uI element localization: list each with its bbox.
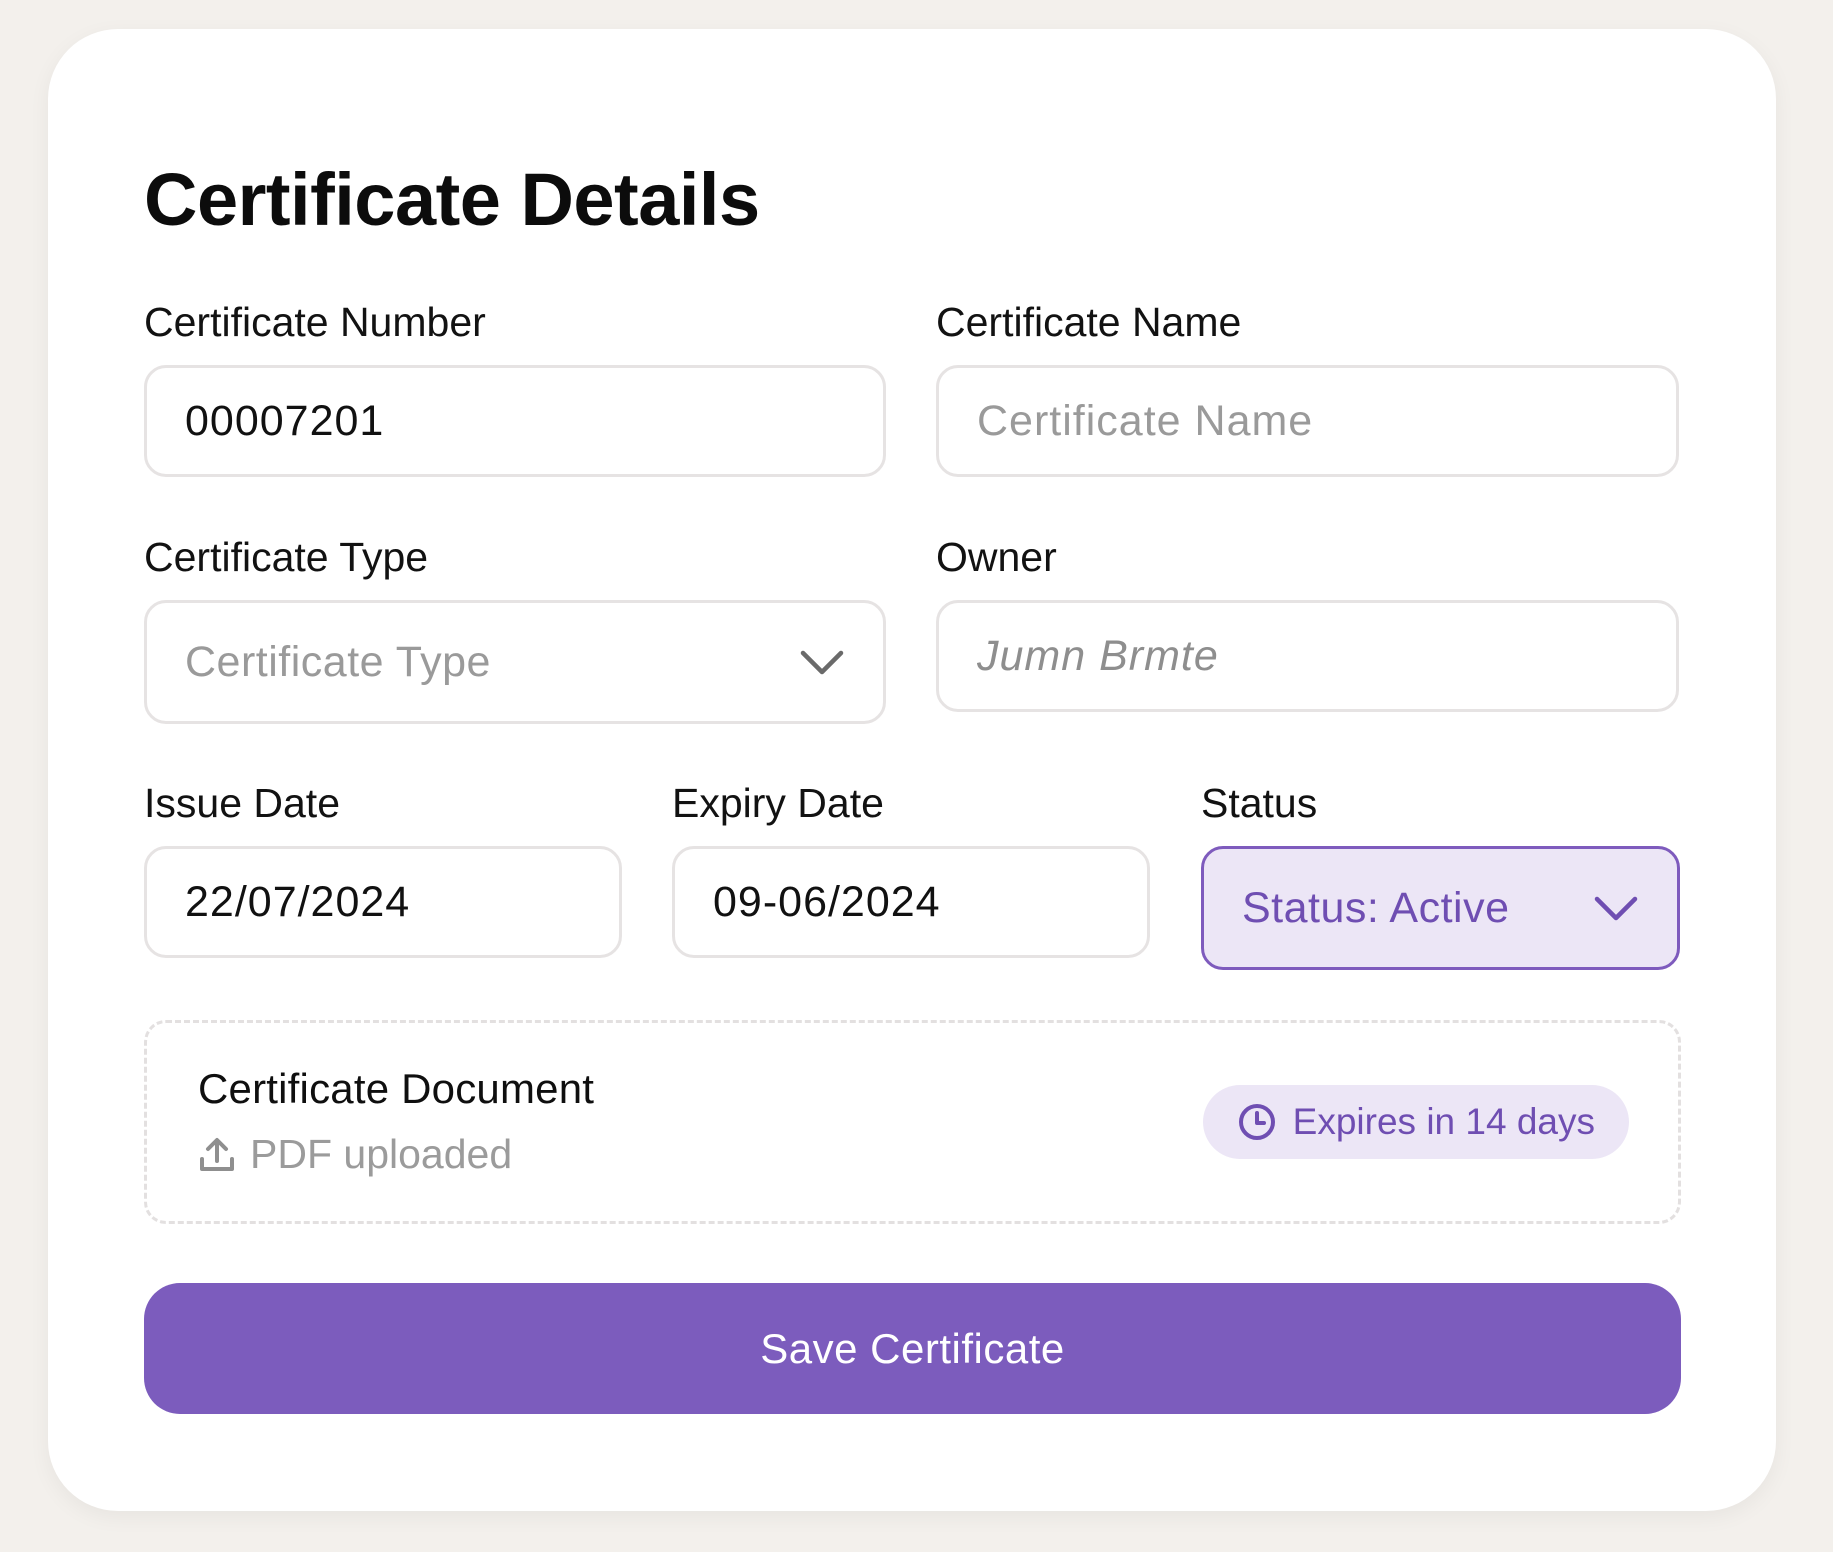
owner-field-wrapper xyxy=(936,600,1679,712)
owner-label: Owner xyxy=(936,534,1057,580)
status-selected-value: Status: Active xyxy=(1242,883,1510,932)
certificate-name-label: Certificate Name xyxy=(936,299,1242,345)
expiry-badge-text: Expires in 14 days xyxy=(1292,1101,1595,1142)
page-title: Certificate Details xyxy=(144,158,760,241)
clock-icon xyxy=(1238,1104,1275,1140)
expiry-date-input[interactable] xyxy=(713,877,1109,927)
certificate-card: Certificate Details Certificate Number C… xyxy=(48,29,1776,1511)
owner-input[interactable] xyxy=(977,631,1638,681)
expiry-date-field-wrapper xyxy=(672,846,1150,958)
certificate-name-field-wrapper xyxy=(936,365,1679,477)
chevron-down-icon xyxy=(800,650,844,675)
issue-date-input[interactable] xyxy=(185,877,581,927)
upload-icon xyxy=(200,1137,234,1171)
document-title: Certificate Document xyxy=(198,1065,595,1112)
document-status-text: PDF uploaded xyxy=(250,1131,513,1177)
certificate-number-label: Certificate Number xyxy=(144,299,486,345)
certificate-document-dropzone[interactable]: Certificate Document PDF uploaded Expire… xyxy=(144,1020,1681,1224)
status-label: Status xyxy=(1201,780,1318,826)
save-certificate-button[interactable]: Save Certificate xyxy=(144,1283,1681,1414)
status-select[interactable]: Status: Active xyxy=(1201,846,1680,970)
certificate-name-input[interactable] xyxy=(977,396,1638,446)
certificate-number-input[interactable] xyxy=(185,396,845,446)
certificate-type-label: Certificate Type xyxy=(144,534,429,580)
issue-date-label: Issue Date xyxy=(144,780,340,826)
document-upload-status: PDF uploaded xyxy=(198,1131,512,1178)
issue-date-field-wrapper xyxy=(144,846,622,958)
chevron-down-icon xyxy=(1594,896,1638,921)
certificate-type-select[interactable]: Certificate Type xyxy=(144,600,886,724)
certificate-type-placeholder: Certificate Type xyxy=(185,637,491,686)
expiry-date-label: Expiry Date xyxy=(672,780,884,826)
certificate-number-field-wrapper xyxy=(144,365,886,477)
expiry-badge: Expires in 14 days xyxy=(1202,1085,1629,1159)
